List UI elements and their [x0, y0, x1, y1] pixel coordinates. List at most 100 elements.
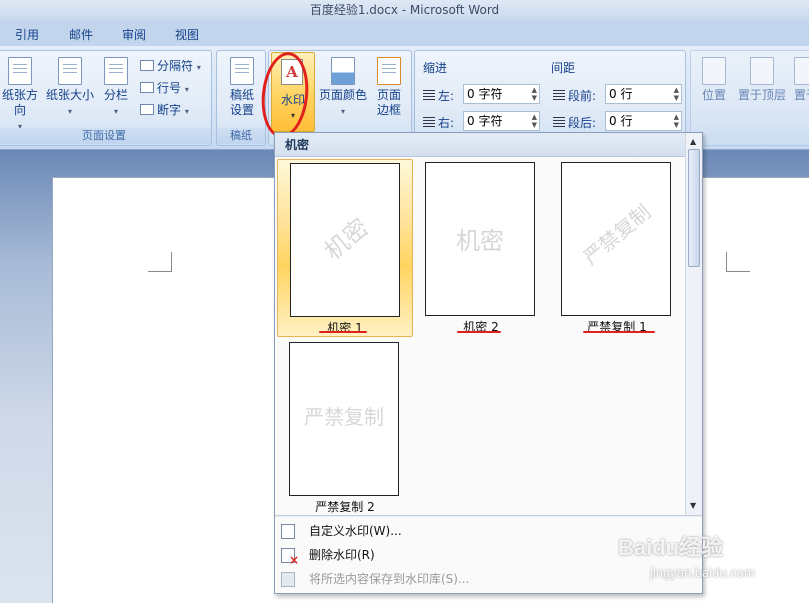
- watermark-preview: 严禁复制: [289, 342, 399, 496]
- chevron-down-icon: ▾: [340, 107, 345, 116]
- gallery-category-header: 机密: [275, 133, 686, 157]
- watermark-preview: 严禁复制: [561, 162, 671, 316]
- ribbon-tabs: 引用 邮件 审阅 视图: [0, 20, 809, 48]
- position-icon: [702, 57, 726, 85]
- watermark-preview-text: 机密: [456, 227, 504, 255]
- manuscript-label: 稿纸: [217, 128, 265, 144]
- manuscript-setup-button[interactable]: 稿纸 设置: [222, 57, 262, 118]
- breaks-label: 分隔符: [157, 59, 194, 73]
- margin-corner-left: [148, 252, 172, 272]
- bring-to-front-button[interactable]: 置于顶层: [735, 57, 789, 103]
- spinner-arrows-icon[interactable]: ▲ ▼: [674, 86, 679, 102]
- bring-front-label: 置于顶层: [737, 88, 786, 102]
- page-color-button[interactable]: 页面颜色 ▾: [317, 57, 369, 119]
- watermark-preview-text: 严禁复制: [304, 405, 384, 429]
- page-borders-line2: 边框: [376, 103, 401, 117]
- tab-review[interactable]: 审阅: [122, 26, 146, 43]
- page-borders-line1: 页面: [376, 88, 401, 102]
- manuscript-group: 稿纸 设置 稿纸: [216, 50, 266, 146]
- watermark-preview-text: 严禁复制: [578, 199, 656, 270]
- indent-left-input[interactable]: 0 字符 ▲ ▼: [463, 84, 540, 104]
- tab-mailings[interactable]: 邮件: [69, 26, 93, 43]
- spacing-after-input[interactable]: 0 行 ▲ ▼: [605, 111, 682, 131]
- red-underline-annotation: [319, 331, 367, 333]
- scroll-thumb[interactable]: [688, 149, 700, 267]
- watermark-preview: 机密: [425, 162, 535, 316]
- page-border-icon: [377, 57, 401, 85]
- watermark-gallery: 机密 ▲ ▼ 机密 机密 1 机密 机密 2 严禁复制 严禁复制 1 严禁复制 …: [274, 132, 703, 594]
- page-borders-button[interactable]: 页面 边框: [369, 57, 409, 118]
- spinner-arrows-icon[interactable]: ▲ ▼: [674, 113, 679, 129]
- indent-right-label: 右:: [423, 114, 454, 131]
- tab-view[interactable]: 视图: [175, 26, 199, 43]
- red-underline-annotation: [457, 331, 501, 333]
- hyphenation-button[interactable]: 断字 ▾: [140, 101, 189, 118]
- hyphenation-icon: [140, 104, 154, 115]
- paint-bucket-icon: [331, 57, 355, 85]
- gallery-divider: [275, 515, 702, 517]
- remove-watermark-icon: [281, 548, 299, 566]
- position-button[interactable]: 位置: [699, 57, 729, 103]
- spacing-after-icon: [553, 117, 565, 129]
- save-to-gallery-icon: [281, 572, 295, 587]
- spacing-before-icon: [553, 90, 565, 102]
- chevron-down-icon: ▾: [67, 107, 72, 116]
- page-size-icon: [58, 57, 82, 85]
- line-numbers-button[interactable]: 行号 ▾: [140, 79, 189, 96]
- line-numbers-icon: [140, 82, 154, 93]
- scroll-up-icon[interactable]: ▲: [690, 137, 696, 146]
- page-setup-group: 纸张方向 ▾ 纸张大小 ▾ 分栏 ▾ 分隔符 ▾ 行号 ▾ 断字 ▾ 页面设置: [0, 50, 212, 146]
- page-size-label: 纸张大小: [45, 88, 94, 102]
- indent-right-input[interactable]: 0 字符 ▲ ▼: [463, 111, 540, 131]
- hyphenation-label: 断字: [157, 103, 182, 117]
- custom-watermark-icon: [281, 524, 295, 539]
- line-numbers-label: 行号: [157, 81, 182, 95]
- indent-left-label: 左:: [423, 87, 454, 104]
- spinner-arrows-icon[interactable]: ▲ ▼: [532, 113, 537, 129]
- spacing-before-label: 段前:: [553, 87, 596, 104]
- columns-button[interactable]: 分栏 ▾: [99, 57, 133, 119]
- columns-icon: [104, 57, 128, 85]
- chevron-down-icon: ▾: [196, 63, 201, 72]
- send-to-back-button[interactable]: 置于: [791, 57, 809, 103]
- watermark-option-confidential-2[interactable]: 机密 机密 2: [413, 159, 549, 337]
- watermark-caption: 严禁复制 2: [315, 500, 375, 514]
- spacing-after-label: 段后:: [553, 114, 596, 131]
- spacing-heading: 间距: [551, 61, 576, 75]
- orientation-button[interactable]: 纸张方向 ▾: [0, 57, 43, 134]
- arrange-group: 位置 置于顶层 置于: [690, 50, 809, 146]
- margin-corner-right: [726, 252, 750, 272]
- gallery-scrollbar[interactable]: ▲ ▼: [685, 133, 702, 515]
- send-back-icon: [794, 57, 809, 85]
- indent-left-icon: [423, 90, 435, 102]
- manuscript-setup-line1: 稿纸: [229, 88, 254, 102]
- watermark-preview-text: 机密: [319, 213, 374, 266]
- spinner-arrows-icon[interactable]: ▲ ▼: [532, 86, 537, 102]
- page-color-label: 页面颜色: [318, 88, 367, 102]
- tab-references[interactable]: 引用: [15, 26, 39, 43]
- orientation-label: 纸张方向: [1, 88, 38, 117]
- indent-right-icon: [423, 117, 435, 129]
- chevron-down-icon: ▾: [184, 85, 189, 94]
- breaks-icon: [140, 60, 154, 71]
- chevron-down-icon: ▾: [113, 107, 118, 116]
- orientation-icon: [8, 57, 32, 85]
- chevron-down-icon: ▾: [184, 107, 189, 116]
- page-size-button[interactable]: 纸张大小 ▾: [45, 57, 95, 119]
- indent-heading: 缩进: [423, 61, 448, 75]
- scroll-down-icon[interactable]: ▼: [690, 501, 696, 510]
- bring-front-icon: [750, 57, 774, 85]
- red-underline-annotation: [583, 331, 655, 333]
- window-title: 百度经验1.docx - Microsoft Word: [0, 0, 809, 20]
- send-back-label: 置于: [793, 88, 809, 102]
- watermark-option-confidential-1[interactable]: 机密 机密 1: [277, 159, 413, 337]
- watermark-option-do-not-copy-2[interactable]: 严禁复制 严禁复制 2: [277, 339, 413, 517]
- save-to-gallery-menu-item: 将所选内容保存到水印库(S)...: [275, 567, 702, 591]
- watermark-option-do-not-copy-1[interactable]: 严禁复制 严禁复制 1: [549, 159, 685, 337]
- columns-label: 分栏: [103, 88, 128, 102]
- grid-paper-icon: [230, 57, 254, 85]
- baidu-jingyan-logo: Baidu经验: [618, 535, 724, 560]
- page-setup-label: 页面设置: [0, 128, 211, 144]
- breaks-button[interactable]: 分隔符 ▾: [140, 57, 201, 74]
- spacing-before-input[interactable]: 0 行 ▲ ▼: [605, 84, 682, 104]
